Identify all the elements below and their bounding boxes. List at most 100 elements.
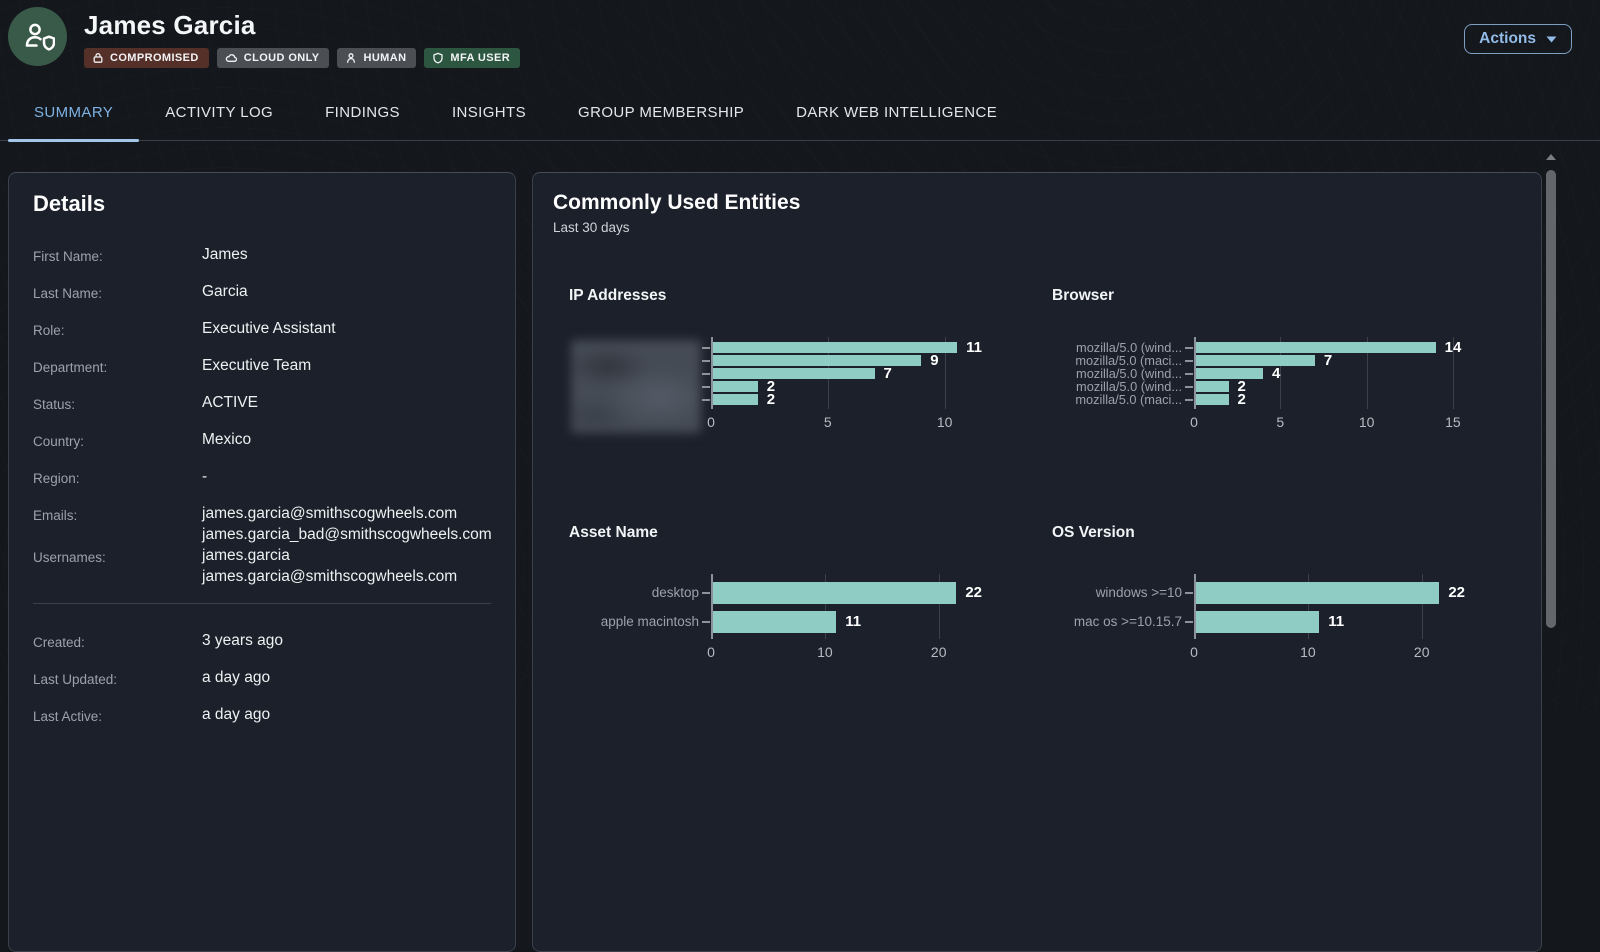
chevron-down-icon — [1546, 36, 1557, 43]
field-value: - — [202, 466, 207, 487]
field-value: a day ago — [202, 667, 270, 688]
tab-findings[interactable]: FINDINGS — [299, 84, 426, 140]
chart-os-version: OS Versionwindows >=10mac os >=10.15.722… — [1052, 524, 1517, 662]
field-value: james.garcia@smithscogwheels.com — [202, 566, 457, 587]
bar-value-label: 2 — [1238, 392, 1246, 407]
bar — [711, 368, 875, 379]
bar — [711, 582, 956, 604]
chart-area: 1197220510 — [569, 341, 1034, 432]
field-label: Last Active: — [33, 704, 202, 727]
x-axis-tick-label: 15 — [1445, 414, 1461, 430]
x-axis-tick-label: 20 — [931, 644, 947, 660]
axis-tick-mark — [1185, 347, 1193, 349]
field-values: Garcia — [202, 281, 248, 302]
details-divider — [33, 603, 491, 604]
tab-group-membership[interactable]: GROUP MEMBERSHIP — [552, 84, 770, 140]
x-axis-tick-label: 0 — [1190, 644, 1198, 660]
chart-bar-row: 4 — [1194, 367, 1465, 380]
bar-value-label: 2 — [767, 392, 775, 407]
redacted-labels-blur — [571, 340, 701, 433]
chart-bar-row: 2 — [1194, 380, 1465, 393]
y-axis-line — [1194, 574, 1196, 639]
field-label: Status: — [33, 392, 202, 415]
badge-label: CLOUD ONLY — [244, 52, 320, 64]
field-value: Executive Assistant — [202, 318, 336, 339]
detail-row: Last Updated:a day ago — [33, 667, 491, 690]
chart-plot: 221101020 — [1194, 578, 1465, 662]
bar — [1194, 611, 1319, 633]
field-values: - — [202, 466, 207, 487]
category-label: apple macintosh — [569, 607, 711, 636]
chart-bar-row: 7 — [1194, 354, 1465, 367]
tab-insights[interactable]: INSIGHTS — [426, 84, 552, 140]
detail-row: First Name:James — [33, 244, 491, 267]
chart-plot: 1197220510 — [711, 341, 982, 432]
chart-bar-row: 2 — [1194, 393, 1465, 406]
detail-row: Last Active:a day ago — [33, 704, 491, 727]
field-label: Region: — [33, 466, 202, 489]
field-label: Emails: — [33, 503, 202, 526]
entities-panel: Commonly Used Entities Last 30 days IP A… — [532, 172, 1542, 952]
bar — [1194, 342, 1436, 353]
axis-tick-mark — [1185, 592, 1193, 594]
x-axis-tick-label: 5 — [824, 414, 832, 430]
plot-rows: 2211 — [1194, 578, 1465, 636]
page-title: James Garcia — [84, 10, 520, 41]
chart-bar-row: 9 — [711, 354, 982, 367]
scrollbar-thumb[interactable] — [1546, 170, 1556, 628]
category-label: desktop — [569, 578, 711, 607]
details-panel: Details First Name:JamesLast Name:Garcia… — [8, 172, 516, 952]
chart-bar-row: 2 — [711, 393, 982, 406]
chart-bar-row: 2 — [711, 380, 982, 393]
person-icon — [345, 52, 357, 64]
actions-button[interactable]: Actions — [1464, 24, 1572, 54]
field-value: james.garcia_bad@smithscogwheels.com — [202, 524, 492, 545]
x-axis: 01020 — [711, 644, 982, 662]
avatar — [8, 7, 67, 66]
details-fields: First Name:JamesLast Name:GarciaRole:Exe… — [33, 244, 491, 587]
axis-tick-mark — [1185, 360, 1193, 362]
axis-tick-mark — [1185, 621, 1193, 623]
lock-icon — [92, 52, 104, 64]
actions-button-label: Actions — [1479, 30, 1536, 48]
field-label: Country: — [33, 429, 202, 452]
bar-value-label: 7 — [884, 366, 892, 381]
chart-title: IP Addresses — [569, 287, 1034, 305]
bar — [711, 394, 758, 405]
scrollbar-up-arrow[interactable] — [1546, 154, 1556, 160]
field-label: Department: — [33, 355, 202, 378]
chart-plot: 221101020 — [711, 578, 982, 662]
field-values: a day ago — [202, 667, 270, 688]
status-badges: COMPROMISEDCLOUD ONLYHUMANMFA USER — [84, 48, 520, 68]
chart-browser: Browsermozilla/5.0 (wind...mozilla/5.0 (… — [1052, 287, 1517, 432]
x-axis-tick-label: 0 — [707, 414, 715, 430]
field-label: First Name: — [33, 244, 202, 267]
tab-activity-log[interactable]: ACTIVITY LOG — [139, 84, 299, 140]
axis-tick-mark — [702, 347, 710, 349]
field-value: 3 years ago — [202, 630, 283, 651]
field-values: a day ago — [202, 704, 270, 725]
bar-value-label: 22 — [1448, 585, 1465, 600]
x-axis-tick-label: 20 — [1414, 644, 1430, 660]
axis-tick-mark — [1185, 386, 1193, 388]
chart-bar-row: 11 — [1194, 607, 1465, 636]
chart-title: OS Version — [1052, 524, 1517, 542]
tab-bar: SUMMARYACTIVITY LOGFINDINGSINSIGHTSGROUP… — [0, 84, 1600, 141]
chart-category-labels: mozilla/5.0 (wind...mozilla/5.0 (maci...… — [1052, 341, 1194, 432]
chart-bar-row: 7 — [711, 367, 982, 380]
bar — [1194, 368, 1263, 379]
field-value: Garcia — [202, 281, 248, 302]
bar — [1194, 582, 1439, 604]
user-shield-icon — [21, 20, 55, 54]
x-axis: 051015 — [1194, 414, 1465, 432]
scrollbar[interactable] — [1546, 149, 1556, 952]
chart-category-labels — [569, 341, 711, 432]
tab-summary[interactable]: SUMMARY — [8, 84, 139, 140]
field-values: james.garciajames.garcia@smithscogwheels… — [202, 545, 457, 587]
axis-tick-mark — [702, 360, 710, 362]
field-values: Executive Team — [202, 355, 311, 376]
tab-dark-web-intelligence[interactable]: DARK WEB INTELLIGENCE — [770, 84, 1023, 140]
badge-label: COMPROMISED — [110, 52, 199, 64]
y-axis-line — [711, 337, 713, 409]
chart-area: desktopapple macintosh221101020 — [569, 578, 1034, 662]
